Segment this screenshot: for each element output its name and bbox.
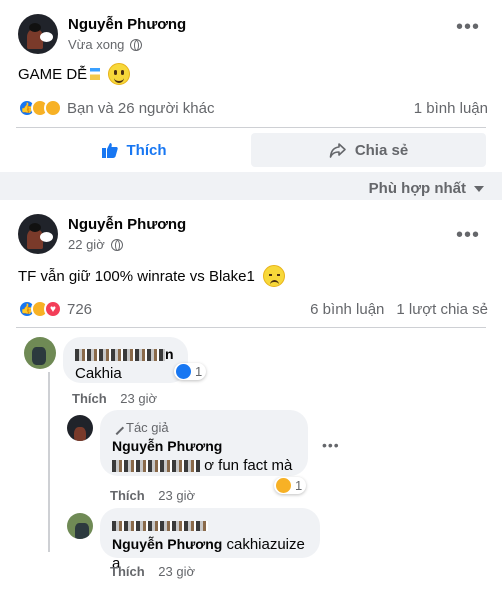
share-button[interactable]: Chia sẻ [251, 133, 486, 167]
author-name[interactable]: Nguyễn Phương [68, 15, 186, 34]
like-reaction-icon [176, 364, 191, 379]
sad-emoji-icon [262, 265, 285, 287]
commenter-name[interactable] [112, 516, 308, 535]
post-time[interactable]: Vừa xong [68, 37, 124, 53]
post-actions: Thích Chia sẻ [16, 133, 486, 167]
post-card-2: Nguyễn Phương 22 giờ ••• TF vẫn giữ 100%… [0, 200, 502, 597]
post-stats: 👍 Bạn và 26 người khác 1 bình luận [18, 99, 488, 117]
reply-actions: Thích 23 giờ [110, 564, 195, 579]
obscured-name [112, 521, 208, 532]
reactions-summary[interactable]: Bạn và 26 người khác [67, 100, 214, 117]
author-avatar[interactable] [18, 214, 58, 254]
reply-like-button[interactable]: Thích [110, 488, 145, 503]
reaction-icons[interactable]: 👍 [18, 99, 62, 117]
smile-emoji-icon [108, 63, 131, 85]
comment-bubble: n Cakhia [63, 337, 188, 383]
commenter-name[interactable]: n [75, 345, 176, 364]
comment-count[interactable]: 1 bình luận [414, 100, 488, 117]
comment-sort-dropdown[interactable]: Phù hợp nhất [369, 180, 484, 197]
post-time[interactable]: 22 giờ [68, 237, 105, 253]
reply-bubble: Nguyễn Phương cakhiazuize a [100, 508, 320, 572]
pencil-icon [109, 420, 125, 435]
author-avatar[interactable] [18, 14, 58, 54]
reply-like-button[interactable]: Thích [110, 564, 145, 579]
obscured-text [112, 460, 200, 473]
reaction-count[interactable]: 726 [67, 301, 92, 318]
tagged-user[interactable]: Nguyễn Phương [112, 536, 222, 552]
more-options-icon[interactable]: ••• [456, 17, 480, 37]
thread-line [48, 372, 50, 552]
reply-reaction-badge[interactable]: 1 [274, 477, 307, 494]
comment-count[interactable]: 6 bình luận [310, 301, 384, 318]
post-header: Nguyễn Phương 22 giờ [18, 214, 486, 254]
reply-time[interactable]: 23 giờ [158, 564, 195, 579]
author-tag: Tác giả [126, 420, 169, 435]
haha-reaction-icon [276, 478, 291, 493]
comment-time[interactable]: 23 giờ [120, 391, 157, 406]
like-button[interactable]: Thích [16, 133, 251, 167]
post-card-1: Nguyễn Phương Vừa xong ••• GAME DỄ 👍 Bạn… [0, 0, 502, 172]
comment-text: Cakhia [75, 365, 122, 382]
glyph-icon [90, 68, 101, 80]
love-reaction-icon: ♥ [44, 300, 62, 318]
post-stats: 👍 ♥ 726 6 bình luận 1 lượt chia sẻ [18, 300, 488, 318]
reply-bubble: Tác giả Nguyễn Phương ơ fun fact mà [100, 410, 308, 476]
post-text: GAME DỄ [18, 65, 88, 83]
reply-time[interactable]: 23 giờ [158, 488, 195, 503]
globe-icon [130, 39, 143, 51]
comment-reaction-badge[interactable]: 1 [174, 363, 207, 380]
globe-icon [110, 239, 123, 251]
more-options-icon[interactable]: ••• [456, 225, 480, 245]
thumbs-up-icon [101, 141, 119, 159]
divider [16, 127, 486, 128]
comment-actions: Thích 23 giờ [72, 391, 157, 406]
post-body: TF vẫn giữ 100% winrate vs Blake1 [18, 264, 285, 288]
comment-text: ơ fun fact mà [204, 457, 293, 474]
obscured-name [75, 349, 165, 362]
reply-actions: Thích 23 giờ [110, 488, 195, 503]
care-reaction-icon [44, 99, 62, 117]
post-header: Nguyễn Phương Vừa xong [18, 14, 486, 54]
author-avatar[interactable] [67, 415, 93, 441]
chevron-down-icon [474, 185, 484, 192]
post-text: TF vẫn giữ 100% winrate vs Blake1 [18, 267, 255, 285]
commenter-avatar[interactable] [24, 337, 56, 369]
share-arrow-icon [329, 141, 347, 159]
divider [16, 327, 486, 328]
author-name[interactable]: Nguyễn Phương [68, 215, 186, 234]
comment-like-button[interactable]: Thích [72, 391, 107, 406]
share-count[interactable]: 1 lượt chia sẻ [396, 301, 488, 318]
reply-options-icon[interactable]: ••• [322, 438, 340, 452]
reaction-icons[interactable]: 👍 ♥ [18, 300, 62, 318]
commenter-avatar[interactable] [67, 513, 93, 539]
post-body: GAME DỄ [18, 62, 131, 86]
commenter-name[interactable]: Nguyễn Phương [112, 437, 296, 456]
